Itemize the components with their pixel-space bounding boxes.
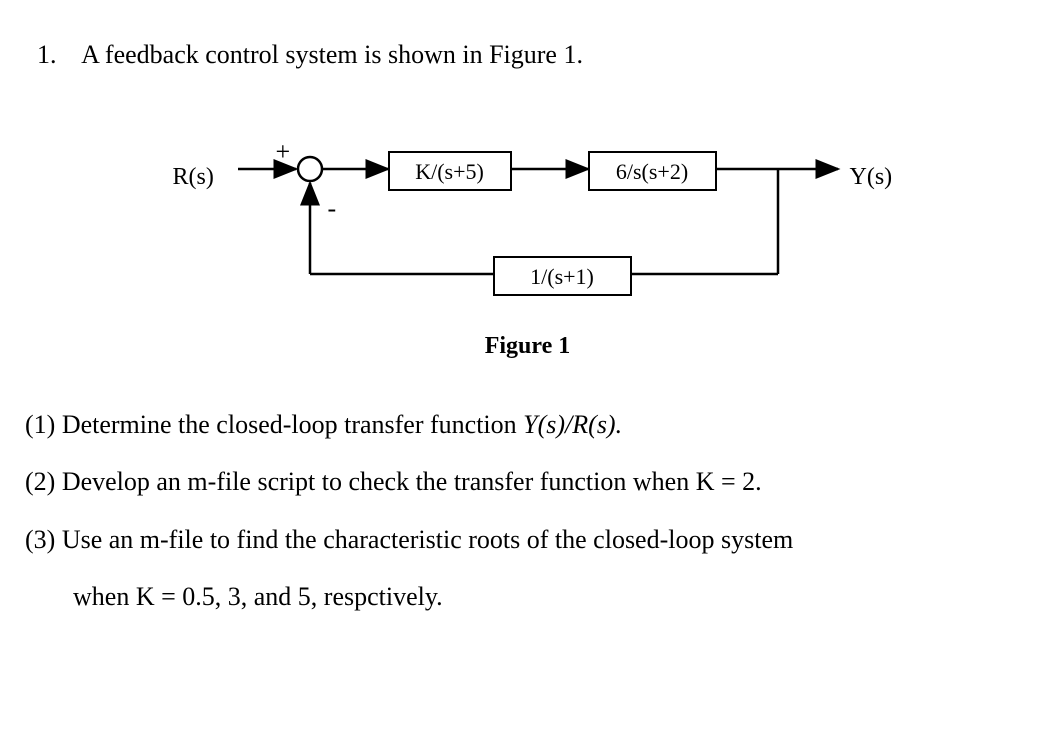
problem-intro-line: 1. A feedback control system is shown in… [37,30,1030,79]
output-signal-label: Y(s) [850,155,893,201]
problem-number: 1. [37,40,57,69]
question-1-prefix: (1) Determine the closed-loop transfer f… [25,410,523,439]
input-signal-label: R(s) [173,155,214,201]
question-3-continued: when K = 0.5, 3, and 5, respctively. [73,572,1030,621]
feedback-block: 1/(s+1) [493,256,632,296]
figure-caption: Figure 1 [25,324,1030,370]
forward-block-2: 6/s(s+2) [588,151,717,191]
minus-sign: - [328,184,337,233]
question-2: (2) Develop an m-file script to check th… [25,457,1030,506]
forward-block-1: K/(s+5) [388,151,512,191]
plus-sign: + [276,127,291,176]
question-1: (1) Determine the closed-loop transfer f… [25,400,1030,449]
question-1-expression: Y(s)/R(s). [523,410,622,439]
block-diagram: R(s) + - K/(s+5) 6/s(s+2) Y(s) 1/(s+1) [138,109,918,304]
intro-text: A feedback control system is shown in Fi… [81,40,583,69]
question-3: (3) Use an m-file to find the characteri… [25,515,1030,564]
